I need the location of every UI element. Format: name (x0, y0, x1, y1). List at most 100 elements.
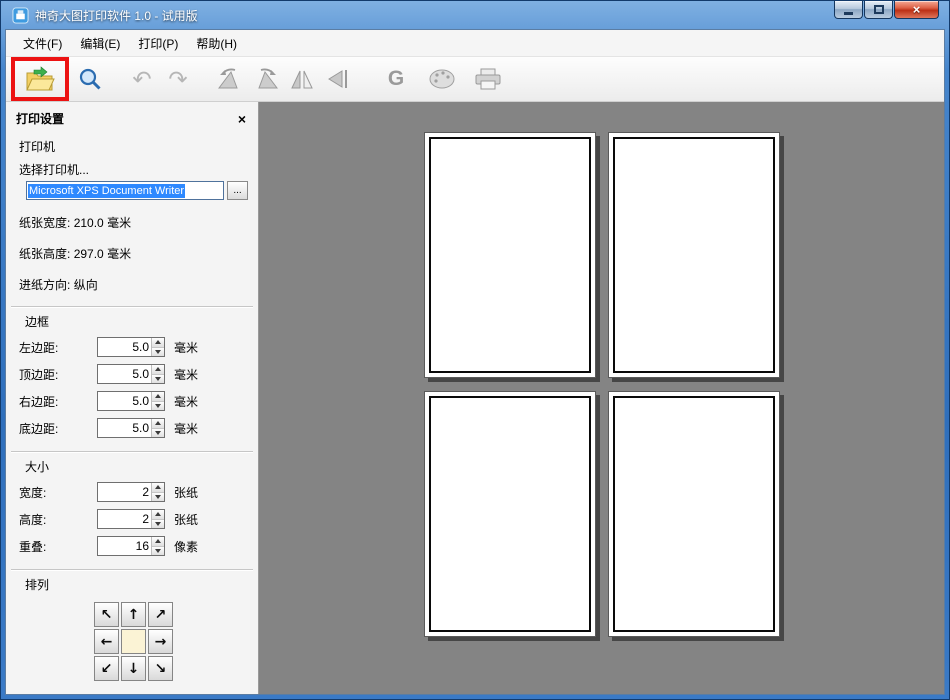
app-icon (12, 6, 29, 24)
menu-print[interactable]: 打印(P) (129, 31, 187, 56)
left-margin-input[interactable] (98, 338, 151, 356)
arrange-up-right-button[interactable]: ↗ (148, 602, 173, 627)
arrange-down-left-button[interactable]: ↙ (94, 656, 119, 681)
printer-name-text: Microsoft XPS Document Writer (28, 183, 186, 198)
arrange-down-right-button[interactable]: ↘ (148, 656, 173, 681)
spin-up-button[interactable] (152, 537, 164, 547)
down-arrow-icon (155, 521, 161, 526)
open-folder-icon (26, 66, 55, 91)
left-margin-row: 左边距: 毫米 (19, 337, 248, 357)
spinner-buttons (151, 419, 164, 437)
undo-icon: ↶ (132, 65, 152, 92)
overlap-spinbox[interactable] (97, 536, 165, 556)
page-border (612, 137, 775, 373)
arrange-up-button[interactable]: ↑ (121, 602, 146, 627)
flip-vertical-button (320, 62, 356, 96)
up-arrow-icon (155, 485, 161, 490)
magnifier-icon (79, 68, 101, 90)
paper-width-label: 纸张宽度: (19, 216, 71, 230)
page-border (428, 137, 591, 373)
right-margin-unit: 毫米 (174, 394, 199, 409)
browse-printer-button[interactable]: ... (227, 181, 248, 200)
up-arrow-icon (155, 421, 161, 426)
toolbar: ↶ ↷ G (6, 56, 944, 102)
arrange-left-button[interactable]: ← (94, 629, 119, 654)
overlap-input[interactable] (98, 537, 151, 555)
down-arrow-icon (155, 376, 161, 381)
top-margin-input[interactable] (98, 365, 151, 383)
preview-area (259, 102, 944, 694)
bottom-margin-row: 底边距: 毫米 (19, 418, 248, 438)
flip-horizontal-button (284, 62, 320, 96)
arrange-grid: ↖ ↑ ↗ ← → ↙ ↓ ↘ (94, 602, 258, 681)
bottom-margin-input[interactable] (98, 419, 151, 437)
spin-down-button[interactable] (152, 374, 164, 383)
page-border (428, 396, 591, 632)
arrange-down-button[interactable]: ↓ (121, 656, 146, 681)
right-margin-spinbox[interactable] (97, 391, 165, 411)
width-input[interactable] (98, 483, 151, 501)
top-margin-label: 顶边距: (19, 367, 59, 382)
height-input[interactable] (98, 510, 151, 528)
panel-close-button[interactable]: × (238, 112, 246, 126)
spin-up-button[interactable] (152, 338, 164, 348)
rotate-right-icon (258, 68, 278, 89)
spin-up-button[interactable] (152, 392, 164, 402)
spin-down-button[interactable] (152, 492, 164, 501)
zoom-button[interactable] (72, 62, 108, 96)
printer-name-field[interactable]: Microsoft XPS Document Writer (26, 181, 224, 200)
paper-height-unit: 毫米 (107, 247, 132, 261)
arrange-right-button[interactable]: → (148, 629, 173, 654)
right-margin-input[interactable] (98, 392, 151, 410)
spin-down-button[interactable] (152, 519, 164, 528)
close-button[interactable]: × (894, 1, 939, 19)
window-title: 神奇大图打印软件 1.0 - 试用版 (35, 8, 198, 23)
paper-height-label: 纸张高度: (19, 247, 71, 261)
page-grid (423, 132, 780, 637)
menubar: 文件(F) 编辑(E) 打印(P) 帮助(H) (6, 30, 944, 56)
select-printer-label: 选择打印机... (19, 163, 90, 177)
feed-direction-label: 进纸方向: (19, 278, 71, 292)
spin-down-button[interactable] (152, 546, 164, 555)
minimize-button[interactable] (834, 1, 863, 19)
overlap-row: 重叠: 像素 (19, 536, 248, 556)
spin-up-button[interactable] (152, 365, 164, 375)
overlap-unit: 像素 (174, 539, 199, 554)
top-margin-spinbox[interactable] (97, 364, 165, 384)
flip-horizontal-icon (291, 70, 313, 89)
up-arrow-icon (155, 367, 161, 372)
spin-up-button[interactable] (152, 483, 164, 493)
divider (11, 569, 253, 571)
panel-title: 打印设置 (16, 112, 65, 126)
maximize-button[interactable] (864, 1, 893, 19)
feed-direction-value: 纵向 (73, 278, 98, 292)
print-button (470, 62, 506, 96)
menu-file[interactable]: 文件(F) (14, 31, 71, 56)
size-section-label: 大小 (25, 460, 50, 474)
open-file-button[interactable] (22, 62, 58, 96)
spin-down-button[interactable] (152, 428, 164, 437)
arrange-section-label: 排列 (25, 578, 50, 592)
height-label: 高度: (19, 512, 47, 527)
arrange-center-button[interactable] (121, 629, 146, 654)
down-arrow-icon (155, 548, 161, 553)
top-margin-unit: 毫米 (174, 367, 199, 382)
arrange-up-left-button[interactable]: ↖ (94, 602, 119, 627)
spin-up-button[interactable] (152, 419, 164, 429)
right-margin-row: 右边距: 毫米 (19, 391, 248, 411)
rotate-right-button (248, 62, 284, 96)
page-preview (607, 132, 780, 378)
width-spinbox[interactable] (97, 482, 165, 502)
spin-up-button[interactable] (152, 510, 164, 520)
width-label: 宽度: (19, 485, 47, 500)
spin-down-button[interactable] (152, 347, 164, 356)
redo-icon: ↷ (168, 65, 188, 92)
bottom-margin-spinbox[interactable] (97, 418, 165, 438)
spin-down-button[interactable] (152, 401, 164, 410)
up-arrow-icon (155, 340, 161, 345)
menu-edit[interactable]: 编辑(E) (71, 31, 129, 56)
overlap-label: 重叠: (19, 539, 47, 554)
left-margin-spinbox[interactable] (97, 337, 165, 357)
menu-help[interactable]: 帮助(H) (187, 31, 246, 56)
height-spinbox[interactable] (97, 509, 165, 529)
